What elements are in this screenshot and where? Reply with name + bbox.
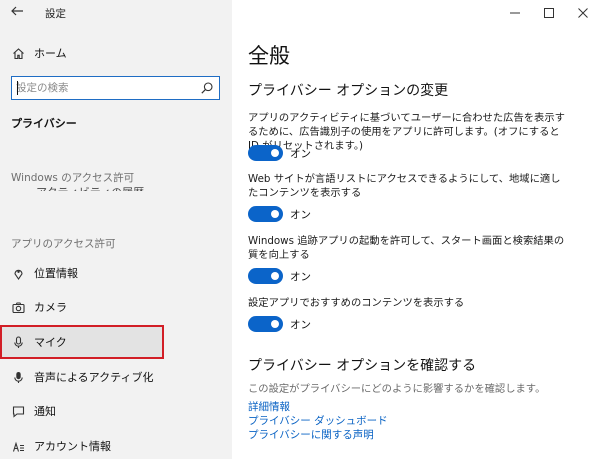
window-controls	[498, 0, 600, 26]
toggle-advertising-id[interactable]	[248, 145, 283, 161]
toggle-app-launch-tracking[interactable]	[248, 268, 283, 284]
account-info-icon	[11, 439, 25, 453]
maximize-icon	[544, 8, 554, 18]
app-permissions-heading: アプリのアクセス許可	[11, 238, 116, 250]
sidebar-item-label: ホーム	[34, 47, 67, 60]
main-content: 全般 プライバシー オプションの変更 アプリのアクティビティに基づいてユーザーに…	[232, 0, 600, 459]
back-arrow-icon	[11, 6, 23, 16]
search-input[interactable]	[16, 79, 196, 97]
close-button[interactable]	[566, 0, 600, 26]
app-title: 設定	[45, 8, 66, 20]
sidebar-item-label: 音声によるアクティブ化	[34, 371, 154, 384]
microphone-icon	[11, 335, 25, 349]
toggle-knob	[271, 272, 279, 280]
voice-activation-icon	[11, 370, 25, 384]
camera-icon	[11, 300, 25, 314]
toggle-state-label: オン	[290, 209, 311, 221]
minimize-button[interactable]	[498, 0, 532, 26]
section-heading-change-options: プライバシー オプションの変更	[248, 83, 449, 99]
text-caret	[17, 81, 18, 95]
back-button[interactable]	[8, 4, 26, 22]
sidebar-item-partial[interactable]: アクティビティの履歴	[36, 182, 144, 191]
home-icon	[11, 46, 25, 60]
sidebar-item-label: アカウント情報	[34, 440, 111, 453]
maximize-button[interactable]	[532, 0, 566, 26]
sidebar-item-account-info[interactable]: アカウント情報	[0, 431, 232, 459]
section-heading-review-options: プライバシー オプションを確認する	[248, 358, 477, 374]
sidebar-item-label: 位置情報	[34, 267, 78, 280]
toggle-knob	[271, 149, 279, 157]
sidebar-item-label: マイク	[34, 336, 67, 349]
toggle-state-label: オン	[290, 148, 311, 160]
search-box[interactable]	[11, 76, 220, 100]
toggle-language-list[interactable]	[248, 206, 283, 222]
page-title: 全般	[248, 44, 290, 68]
link-privacy-statement[interactable]: プライバシーに関する声明	[248, 427, 374, 442]
toggle-suggested-content[interactable]	[248, 316, 283, 332]
sidebar-item-voice-activation[interactable]: 音声によるアクティブ化	[0, 362, 232, 392]
toggle-knob	[271, 320, 279, 328]
sidebar-item-camera[interactable]: カメラ	[0, 292, 232, 322]
sidebar-item-label: 通知	[34, 405, 56, 418]
toggle-state-label: オン	[290, 319, 311, 331]
category-heading: プライバシー	[11, 117, 77, 130]
sidebar-item-microphone[interactable]: マイク	[0, 327, 232, 357]
link-more-info[interactable]: 詳細情報	[248, 399, 290, 414]
notification-icon	[11, 404, 25, 418]
title-bar-left: 設定	[0, 0, 232, 26]
option-description: 設定アプリでおすすめのコンテンツを表示する	[248, 297, 465, 309]
minimize-icon	[510, 12, 520, 14]
location-icon	[11, 266, 25, 280]
sidebar: 設定 ホーム プライバシー Windows のアクセス許可 アクティビティの履歴…	[0, 0, 232, 459]
search-icon[interactable]	[200, 81, 214, 95]
link-privacy-dashboard[interactable]: プライバシー ダッシュボード	[248, 413, 388, 428]
sidebar-item-home[interactable]: ホーム	[0, 38, 232, 68]
sidebar-item-notifications[interactable]: 通知	[0, 396, 232, 426]
sidebar-item-location[interactable]: 位置情報	[0, 258, 232, 288]
toggle-knob	[271, 210, 279, 218]
option-description: Windows 追跡アプリの起動を許可して、スタート画面と検索結果の質を向上する	[248, 235, 565, 261]
toggle-state-label: オン	[290, 271, 311, 283]
sidebar-item-label: カメラ	[34, 301, 67, 314]
section-description: この設定がプライバシーにどのように影響するかを確認します。	[248, 383, 546, 395]
option-description: Web サイトが言語リストにアクセスできるようにして、地域に適したコンテンツを表…	[248, 173, 561, 199]
close-icon	[578, 8, 588, 18]
